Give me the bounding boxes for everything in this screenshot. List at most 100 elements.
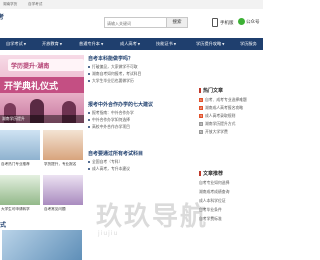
phone-icon [212, 18, 218, 27]
nav-item-label: 自学考试 [6, 41, 23, 46]
banner-caption[interactable]: 湖南学历提升 [0, 115, 84, 123]
bullet-icon [88, 112, 90, 114]
news-line[interactable]: 成人高考，专升本建议 [88, 166, 196, 172]
news-line[interactable]: 全国自考（专科） [88, 159, 196, 165]
tile-image [43, 130, 83, 160]
site-name[interactable]: 考 [0, 12, 4, 21]
banner-band-main: 开学典礼仪式 [0, 77, 84, 93]
nav-item-label: 开放教育 [42, 41, 59, 46]
recommended-article[interactable]: 成人本科学位证 [199, 198, 261, 204]
news-line-text: 全国自考（专科） [92, 159, 123, 164]
nav-item-6[interactable]: 学历服务 [240, 38, 257, 50]
news-line[interactable]: 报考指南：中外合作办学 [88, 110, 196, 116]
search-input[interactable] [107, 19, 162, 27]
watermark-subtext: jiujiu [98, 230, 119, 237]
news-line[interactable]: 湖南自考如何报考，考试科目 [88, 71, 196, 77]
nav-item-label: 学历服务 [240, 41, 257, 46]
hot-article[interactable]: 2 湖南成人高考报名攻略 [199, 105, 261, 111]
hero-banner[interactable]: 学历提升·湖南 开学典礼仪式 [0, 55, 84, 123]
recommended-article-text: 湖南成考成绩查询 [199, 189, 230, 194]
tile-image [0, 175, 40, 205]
recommended-article[interactable]: 自考学费标准 [199, 216, 261, 222]
chevron-down-icon: ▼ [23, 42, 27, 46]
tile-title: 大学生可申请转学 [1, 207, 30, 211]
news-line-text: 中外合作办学如何选择 [92, 117, 130, 122]
news-line[interactable]: 大学生毕业后也要做学历 [88, 78, 196, 84]
main-nav: 自学考试▼ 开放教育▼ 普通专升本▼ 成人高考▼ 技能证书▼ 学历提升攻略▼ 学… [0, 38, 263, 50]
wechat-icon [238, 18, 245, 25]
news-heading[interactable]: 报考中外合作办学的七大建议 [88, 101, 153, 108]
hot-article-text: 湖南成人高考报名攻略 [205, 105, 243, 110]
tile-1[interactable]: 学历提升，专业报名 [43, 130, 83, 172]
search-button[interactable]: 搜索 [166, 17, 188, 28]
bullet-icon [88, 66, 90, 68]
news-line-text: 湖南自考如何报考，考试科目 [92, 71, 142, 76]
bottom-section: 式 [0, 220, 84, 260]
phone-label: 手机版 [220, 21, 234, 26]
recommended-article-text: 成人本科学位证 [199, 198, 226, 203]
recommended-article[interactable]: 自考毕业条件 [199, 207, 261, 213]
tile-image [0, 130, 40, 160]
bottom-heading: 式 [0, 222, 7, 229]
recommended-article-text: 自考学费标准 [199, 216, 222, 221]
nav-item-5[interactable]: 学历提升攻略▼ [196, 38, 224, 50]
tile-2[interactable]: 大学生可申请转学 [0, 175, 40, 217]
news-heading[interactable]: 自考要通过所有考试科目 [88, 150, 143, 157]
chevron-down-icon: ▼ [100, 42, 104, 46]
hot-article[interactable]: 3 成人高考录取规则 [199, 113, 261, 119]
watermark-text: 玖玖导航 [96, 202, 209, 232]
rank-badge: 5 [199, 130, 203, 134]
news-line-text: 打破偏见，大家做学不可取 [92, 64, 138, 69]
wechat-link[interactable]: 公众号 [238, 18, 260, 25]
hot-article-text: 开放大学学费 [205, 129, 228, 134]
news-line[interactable]: 高校中外合作办学项目 [88, 124, 196, 130]
nav-item-0[interactable]: 自学考试▼ [6, 38, 26, 50]
nav-item-1[interactable]: 开放教育▼ [42, 38, 62, 50]
bullet-icon [88, 73, 90, 75]
recommended-article-text: 自考专业如何选择 [199, 180, 230, 185]
recommended-article[interactable]: 湖南成考成绩查询 [199, 189, 261, 195]
wechat-label: 公众号 [246, 20, 260, 25]
rank-badge: 1 [199, 98, 203, 102]
news-line-text: 成人高考，专升本建议 [92, 166, 130, 171]
hot-article-text: 湖南学历提升方式 [205, 121, 236, 126]
news-line[interactable]: 中外合作办学如何选择 [88, 117, 196, 123]
hot-article-text: 自考、成考专业选择难题 [205, 97, 247, 102]
nav-item-label: 普通专升本 [79, 41, 100, 46]
nav-item-3[interactable]: 成人高考▼ [120, 38, 140, 50]
tile-title: 自考常见问题 [44, 207, 66, 211]
nav-item-2[interactable]: 普通专升本▼ [79, 38, 103, 50]
news-line-text: 报考指南：中外合作办学 [92, 110, 134, 115]
mobile-link[interactable]: 手机版 [212, 18, 234, 27]
bullet-icon [88, 119, 90, 121]
hot-articles-title: 热门文章 [199, 87, 223, 94]
tile-title: 学历提升，专业报名 [44, 162, 77, 166]
recommended-article[interactable]: 自考专业如何选择 [199, 180, 261, 186]
hot-article[interactable]: 5 开放大学学费 [199, 129, 261, 135]
bottom-image[interactable] [2, 230, 82, 260]
chevron-down-icon: ▼ [137, 42, 141, 46]
rank-badge: 3 [199, 114, 203, 118]
news-heading[interactable]: 自考本科能做学吗？ [88, 55, 133, 62]
nav-item-4[interactable]: 技能证书▼ [156, 38, 176, 50]
nav-item-label: 技能证书 [156, 41, 173, 46]
bullet-icon [88, 126, 90, 128]
news-line-text: 大学生毕业后也要做学历 [92, 78, 134, 83]
tile-3[interactable]: 自考常见问题 [43, 175, 83, 217]
bullet-icon [88, 168, 90, 170]
top-link-1[interactable]: 自学考试 [28, 0, 42, 9]
nav-item-label: 成人高考 [120, 41, 137, 46]
top-link-0[interactable]: 湖南学历 [3, 0, 17, 9]
hot-article[interactable]: 4 湖南学历提升方式 [199, 121, 261, 127]
tile-0[interactable]: 自考热门专业推荐 [0, 130, 40, 172]
nav-item-label: 学历提升攻略 [196, 41, 222, 46]
news-line-text: 高校中外合作办学项目 [92, 124, 130, 129]
hot-article[interactable]: 1 自考、成考专业选择难题 [199, 97, 261, 103]
recommended-title: 文章推荐 [199, 170, 223, 177]
recommended-article-text: 自考毕业条件 [199, 207, 222, 212]
banner-band-main-text: 开学典礼仪式 [4, 82, 59, 92]
tile-image [43, 175, 83, 205]
hot-article-text: 成人高考录取规则 [205, 113, 236, 118]
news-line[interactable]: 打破偏见，大家做学不可取 [88, 64, 196, 70]
banner-band-top: 学历提升·湖南 [8, 59, 84, 71]
